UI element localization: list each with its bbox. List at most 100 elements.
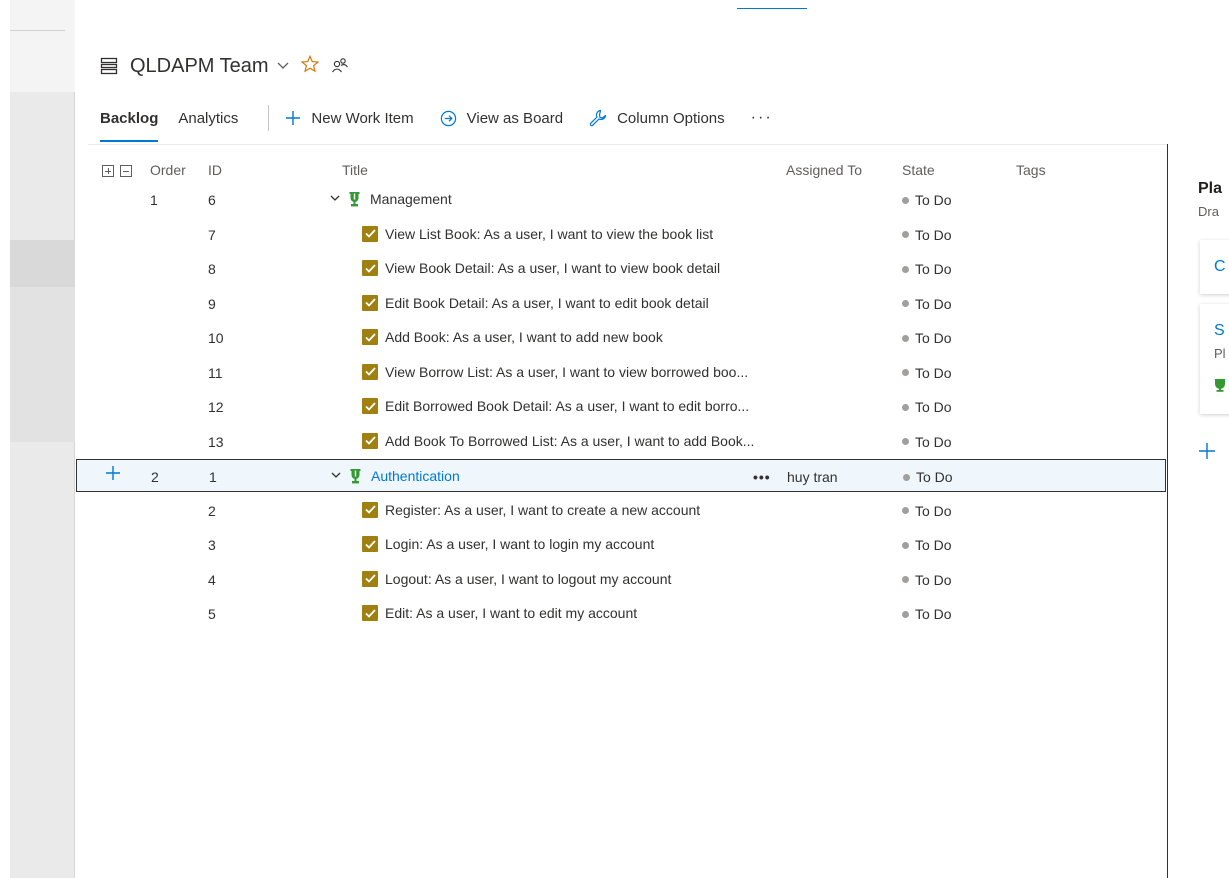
cell-title[interactable]: Login: As a user, I want to login my acc… <box>362 536 654 552</box>
chevron-down-icon[interactable] <box>277 59 289 73</box>
column-header-id[interactable]: ID <box>208 162 222 178</box>
table-row[interactable]: 7 View List Book: As a user, I want to vi… <box>76 218 1166 253</box>
cell-title[interactable]: Add Book To Borrowed List: As a user, I … <box>362 432 754 449</box>
cell-id: 9 <box>208 295 216 312</box>
cell-title[interactable]: Management <box>330 191 452 207</box>
work-item-title[interactable]: Logout: As a user, I want to logout my a… <box>385 571 671 587</box>
cell-state[interactable]: To Do <box>902 330 952 346</box>
banner-link[interactable] <box>737 8 807 9</box>
cell-title[interactable]: Edit Borrowed Book Detail: As a user, I … <box>362 398 749 414</box>
cell-title[interactable]: Edit: As a user, I want to edit my accou… <box>362 605 637 621</box>
task-check-icon <box>362 363 378 380</box>
nav-section[interactable] <box>10 287 75 442</box>
table-row[interactable]: 4 Logout: As a user, I want to logout my … <box>76 563 1166 598</box>
cell-order: 2 <box>151 469 159 485</box>
cell-title[interactable]: Edit Book Detail: As a user, I want to e… <box>362 294 709 311</box>
cell-state[interactable]: To Do <box>902 365 952 381</box>
planning-card-current[interactable]: C <box>1200 240 1229 294</box>
work-item-title[interactable]: Add Book To Borrowed List: As a user, I … <box>385 433 754 449</box>
view-as-board-button[interactable]: View as Board <box>440 110 563 127</box>
collapse-all-icon[interactable] <box>120 165 132 178</box>
state-label: To Do <box>915 295 952 312</box>
column-header-state[interactable]: State <box>902 162 935 178</box>
work-item-title[interactable]: Edit Borrowed Book Detail: As a user, I … <box>385 398 749 414</box>
nav-item-selected[interactable] <box>10 240 75 287</box>
table-row[interactable]: 2 Register: As a user, I want to create a… <box>76 494 1166 529</box>
cell-state[interactable]: To Do <box>902 606 952 622</box>
work-item-title[interactable]: View List Book: As a user, I want to vie… <box>385 226 713 242</box>
cell-state[interactable]: To Do <box>903 469 953 485</box>
cell-state[interactable]: To Do <box>902 192 952 208</box>
left-navigation <box>0 0 75 878</box>
state-label: To Do <box>915 364 952 381</box>
column-header-title[interactable]: Title <box>342 162 368 178</box>
state-label: To Do <box>915 433 952 450</box>
task-check-icon <box>362 536 378 552</box>
chevron-down-icon[interactable] <box>331 470 341 482</box>
table-row[interactable]: 8 View Book Detail: As a user, I want to … <box>76 252 1166 287</box>
cell-assigned-to[interactable]: huy tran <box>787 469 838 485</box>
work-item-title[interactable]: Authentication <box>371 468 460 484</box>
backlog-toolbar: Backlog Analytics New Work Item View as … <box>100 102 773 142</box>
table-row[interactable]: 12 Edit Borrowed Book Detail: As a user, … <box>76 390 1166 425</box>
table-row[interactable]: 3 Login: As a user, I want to login my ac… <box>76 528 1166 563</box>
table-row[interactable]: 1 6 Management To Do <box>76 183 1166 218</box>
cell-state[interactable]: To Do <box>902 261 952 277</box>
table-row[interactable]: 9 Edit Book Detail: As a user, I want to … <box>76 287 1166 322</box>
team-name[interactable]: QLDAPM Team <box>130 55 269 78</box>
column-header-order[interactable]: Order <box>150 162 186 178</box>
add-sprint-icon[interactable] <box>1198 440 1216 466</box>
column-header-tags[interactable]: Tags <box>1016 162 1046 178</box>
cell-title[interactable]: View List Book: As a user, I want to vie… <box>362 225 713 242</box>
more-options-icon[interactable]: ··· <box>751 109 773 127</box>
cell-state[interactable]: To Do <box>902 537 952 553</box>
work-item-title[interactable]: Edit: As a user, I want to edit my accou… <box>385 605 637 621</box>
work-item-title[interactable]: Register: As a user, I want to create a … <box>385 502 700 518</box>
cell-state[interactable]: To Do <box>902 227 952 243</box>
new-work-item-button[interactable]: New Work Item <box>285 110 414 127</box>
work-item-title[interactable]: Add Book: As a user, I want to add new b… <box>385 329 663 345</box>
state-label: To Do <box>915 226 952 243</box>
expand-all-icon[interactable] <box>102 165 114 178</box>
column-header-assigned-to[interactable]: Assigned To <box>786 162 862 178</box>
table-row[interactable]: 11 View Borrow List: As a user, I want to… <box>76 356 1166 391</box>
add-child-icon[interactable] <box>105 464 121 487</box>
planning-card-sprint[interactable]: S Pl <box>1200 304 1229 414</box>
cell-title[interactable]: Register: As a user, I want to create a … <box>362 501 700 518</box>
favorite-star-icon[interactable] <box>300 54 319 78</box>
work-item-title[interactable]: Edit Book Detail: As a user, I want to e… <box>385 295 709 311</box>
state-dot-icon <box>902 403 909 411</box>
cell-state[interactable]: To Do <box>902 572 952 588</box>
task-check-icon <box>362 501 378 518</box>
cell-title[interactable]: Logout: As a user, I want to logout my a… <box>362 570 671 587</box>
team-members-icon[interactable] <box>331 56 349 77</box>
cell-state[interactable]: To Do <box>902 399 952 415</box>
table-row[interactable]: 10 Add Book: As a user, I want to add new… <box>76 321 1166 356</box>
table-row[interactable]: 13 Add Book To Borrowed List: As a user, … <box>76 425 1166 460</box>
cell-state[interactable]: To Do <box>902 503 952 519</box>
column-options-button[interactable]: Column Options <box>589 109 725 127</box>
wrench-icon <box>589 109 607 127</box>
cell-title[interactable]: View Borrow List: As a user, I want to v… <box>362 363 748 380</box>
work-item-title[interactable]: View Book Detail: As a user, I want to v… <box>385 260 720 276</box>
row-more-options-icon[interactable]: ••• <box>753 469 771 485</box>
state-dot-icon <box>902 196 909 204</box>
cell-title[interactable]: View Book Detail: As a user, I want to v… <box>362 260 720 276</box>
work-item-title[interactable]: View Borrow List: As a user, I want to v… <box>385 364 748 380</box>
work-item-title[interactable]: Management <box>370 191 452 207</box>
cell-title[interactable]: Add Book: As a user, I want to add new b… <box>362 329 663 345</box>
nav-divider <box>10 30 65 31</box>
table-row[interactable]: 2 1 Authentication ••• huy tran To Do <box>76 459 1166 492</box>
table-row[interactable]: 5 Edit: As a user, I want to edit my acco… <box>76 597 1166 632</box>
cell-state[interactable]: To Do <box>902 434 952 450</box>
tab-analytics[interactable]: Analytics <box>178 102 238 134</box>
arrow-circle-right-icon <box>440 110 457 127</box>
task-check-icon <box>362 329 378 345</box>
cell-title[interactable]: Authentication <box>331 468 460 484</box>
tab-backlog[interactable]: Backlog <box>100 102 159 142</box>
task-check-icon <box>362 398 378 414</box>
chevron-down-icon[interactable] <box>330 193 340 205</box>
planning-panel-divider[interactable] <box>1167 144 1168 878</box>
cell-state[interactable]: To Do <box>902 296 952 312</box>
work-item-title[interactable]: Login: As a user, I want to login my acc… <box>385 536 654 552</box>
